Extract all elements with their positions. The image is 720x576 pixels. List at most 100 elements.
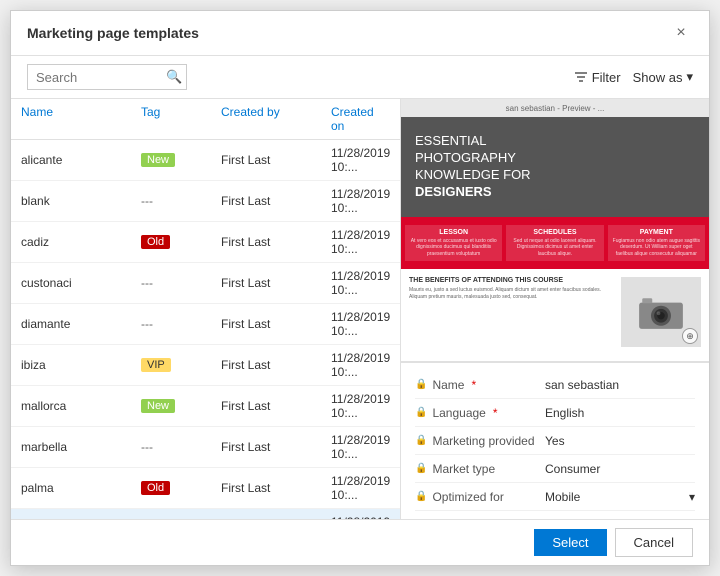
tag-badge: Old — [141, 235, 170, 249]
cell-created-on: 11/28/2019 10:... — [331, 474, 390, 502]
list-row[interactable]: diamante --- First Last 11/28/2019 10:..… — [11, 304, 400, 345]
list-row[interactable]: cadiz Old First Last 11/28/2019 10:... — [11, 222, 400, 263]
cell-tag: --- — [141, 317, 221, 331]
list-panel: Name Tag Created by Created on alicante … — [11, 99, 401, 519]
search-box: 🔍 — [27, 64, 187, 90]
cell-created-on: 11/28/2019 10:... — [331, 433, 390, 461]
prop-label: 🔒 Language * — [415, 406, 545, 420]
prop-row: 🔒 Market type Consumer — [415, 455, 695, 483]
cell-name: alicante — [21, 153, 141, 167]
cell-created-by: First Last — [221, 317, 331, 331]
list-row[interactable]: mallorca New First Last 11/28/2019 10:..… — [11, 386, 400, 427]
preview-camera-section: ⊕ — [621, 277, 701, 347]
camera-icon — [636, 292, 686, 332]
cell-created-on: 11/28/2019 10:... — [331, 187, 390, 215]
cell-name: marbella — [21, 440, 141, 454]
cell-created-by: First Last — [221, 358, 331, 372]
prop-value: English — [545, 406, 695, 420]
cell-name: ibiza — [21, 358, 141, 372]
toolbar-right: Filter Show as ▾ — [574, 69, 693, 85]
prop-row: 🔒 Optimized for Mobile ▾ — [415, 483, 695, 511]
prop-label: 🔒 Optimized for — [415, 490, 545, 504]
preview-text-body: Mauris eu, justo a sed luctus euismod. A… — [409, 287, 613, 301]
prop-value: Yes — [545, 434, 695, 448]
tag-badge: New — [141, 153, 175, 167]
list-body[interactable]: alicante New First Last 11/28/2019 10:..… — [11, 140, 400, 519]
preview-bottom: THE BENEFITS OF ATTENDING THIS COURSE Ma… — [401, 269, 709, 361]
hero-title: ESSENTIAL PHOTOGRAPHY KNOWLEDGE FOR DESI… — [415, 133, 695, 201]
cell-created-by: First Last — [221, 235, 331, 249]
col-header-tag[interactable]: Tag — [141, 105, 221, 133]
cell-created-on: 11/28/2019 10:... — [331, 146, 390, 174]
cell-tag: New — [141, 399, 221, 413]
list-row[interactable]: marbella --- First Last 11/28/2019 10:..… — [11, 427, 400, 468]
preview-hero: ESSENTIAL PHOTOGRAPHY KNOWLEDGE FOR DESI… — [401, 117, 709, 217]
cell-created-on: 11/28/2019 10:... — [331, 228, 390, 256]
cell-created-by: First Last — [221, 481, 331, 495]
zoom-icon[interactable]: ⊕ — [682, 328, 698, 344]
preview-card: LESSON At vero eos et accusamus et iusto… — [405, 225, 502, 262]
cell-created-on: 11/28/2019 10:... — [331, 392, 390, 420]
cell-created-by: First Last — [221, 194, 331, 208]
tag-cell: --- — [141, 317, 153, 331]
list-row[interactable]: san sebastian VIP First Last 11/28/2019 … — [11, 509, 400, 519]
cell-created-by: First Last — [221, 399, 331, 413]
list-row[interactable]: alicante New First Last 11/28/2019 10:..… — [11, 140, 400, 181]
prop-row: 🔒 Language * English — [415, 399, 695, 427]
chevron-down-icon: ▾ — [686, 69, 693, 85]
col-header-name[interactable]: Name — [21, 105, 141, 133]
preview-card-title: LESSON — [409, 229, 498, 236]
show-as-button[interactable]: Show as ▾ — [633, 69, 693, 85]
preview-card-text: Fugiamus non odio atem augue sagittis de… — [612, 238, 701, 258]
cell-tag: --- — [141, 194, 221, 208]
filter-button[interactable]: Filter — [574, 70, 621, 85]
list-row[interactable]: custonaci --- First Last 11/28/2019 10:.… — [11, 263, 400, 304]
cell-tag: --- — [141, 276, 221, 290]
search-input[interactable] — [36, 70, 166, 85]
cell-tag: --- — [141, 440, 221, 454]
preview-text-section: THE BENEFITS OF ATTENDING THIS COURSE Ma… — [409, 277, 613, 353]
prop-label: 🔒 Market type — [415, 462, 545, 476]
cell-name: palma — [21, 481, 141, 495]
cell-name: diamante — [21, 317, 141, 331]
tag-cell: --- — [141, 194, 153, 208]
list-row[interactable]: palma Old First Last 11/28/2019 10:... — [11, 468, 400, 509]
cell-tag: Old — [141, 481, 221, 495]
preview-card: SCHEDULES Sed ut neque at odio laoreet a… — [506, 225, 603, 262]
lock-icon: 🔒 — [415, 379, 427, 390]
list-row[interactable]: ibiza VIP First Last 11/28/2019 10:... — [11, 345, 400, 386]
prop-row: 🔒 Marketing provided Yes — [415, 427, 695, 455]
lock-icon: 🔒 — [415, 435, 427, 446]
select-button[interactable]: Select — [534, 529, 606, 556]
close-button[interactable]: × — [669, 21, 693, 45]
preview-area: san sebastian - Preview - ... ESSENTIAL … — [401, 99, 709, 362]
cell-created-on: 11/28/2019 10:... — [331, 310, 390, 338]
prop-label-text: Market type — [432, 462, 495, 476]
tag-badge: New — [141, 399, 175, 413]
marketing-templates-dialog: Marketing page templates × 🔍 Filter Show… — [10, 10, 710, 566]
preview-card-text: At vero eos et accusamus et iusto odio d… — [409, 238, 498, 258]
tag-badge: Old — [141, 481, 170, 495]
dropdown-chevron-icon: ▾ — [689, 490, 695, 504]
cell-name: blank — [21, 194, 141, 208]
prop-label-text: Name — [432, 378, 464, 392]
cell-created-on: 11/28/2019 10:... — [331, 269, 390, 297]
cell-created-by: First Last — [221, 153, 331, 167]
prop-value-dropdown[interactable]: Mobile ▾ — [545, 490, 695, 504]
list-row[interactable]: blank --- First Last 11/28/2019 10:... — [11, 181, 400, 222]
cancel-button[interactable]: Cancel — [615, 528, 693, 557]
dialog-header: Marketing page templates × — [11, 11, 709, 56]
prop-label-text: Optimized for — [432, 490, 503, 504]
required-indicator: * — [493, 406, 498, 420]
lock-icon: 🔒 — [415, 463, 427, 474]
dialog-body: Name Tag Created by Created on alicante … — [11, 99, 709, 519]
prop-row: 🔒 Name * san sebastian — [415, 371, 695, 399]
cell-name: cadiz — [21, 235, 141, 249]
cell-created-by: First Last — [221, 440, 331, 454]
prop-value: san sebastian — [545, 378, 695, 392]
col-header-created-by[interactable]: Created by — [221, 105, 331, 133]
required-indicator: * — [471, 378, 476, 392]
col-header-created-on[interactable]: Created on — [331, 105, 390, 133]
cell-tag: VIP — [141, 358, 221, 372]
properties-panel: 🔒 Name * san sebastian 🔒 Language * Engl… — [401, 362, 709, 519]
